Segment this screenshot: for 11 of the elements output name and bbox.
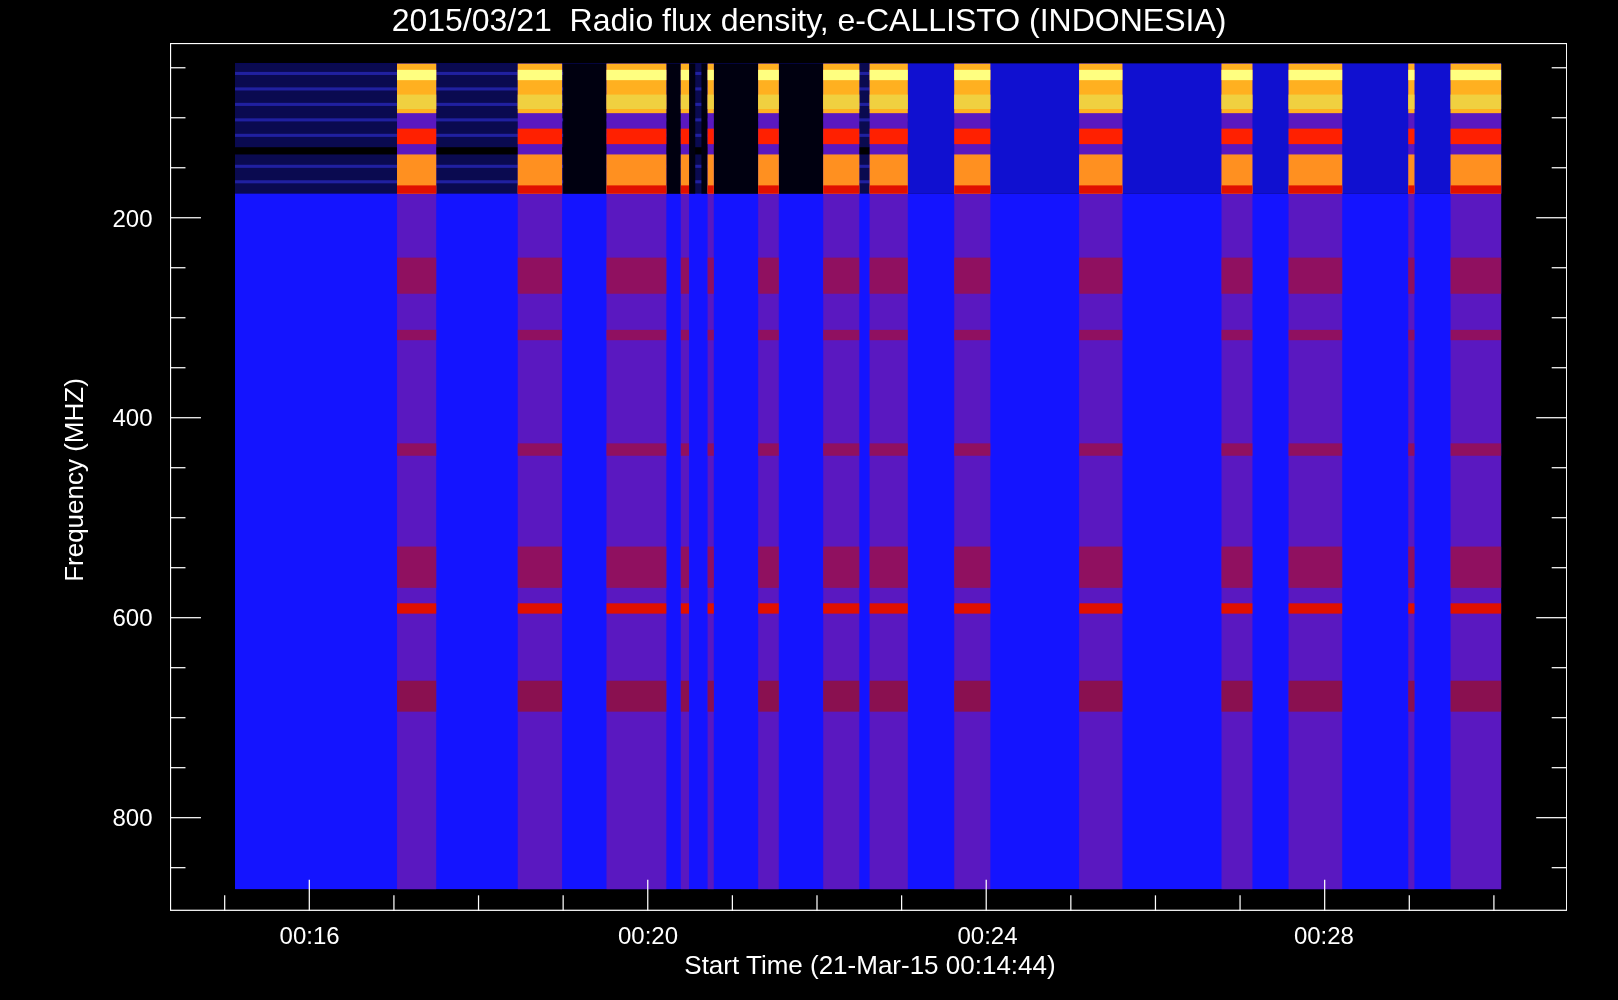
tick-label: 400 [111,403,153,432]
chart-title: 2015/03/21 Radio flux density, e-CALLISTO (INDONESIA) [391,1,1227,40]
tick-label: 600 [111,604,153,633]
tick-label: 00:16 [278,921,341,950]
tick-label: 200 [111,204,153,233]
axis-label: Start Time (21-Mar-15 00:14:44) [684,948,1056,981]
tick-label: 00:20 [617,921,680,950]
tick-label: 800 [111,804,153,833]
tick-label: 00:24 [956,921,1019,950]
axis-label: Frequency (MHZ) [59,376,90,584]
tick-label: 00:28 [1292,921,1355,950]
